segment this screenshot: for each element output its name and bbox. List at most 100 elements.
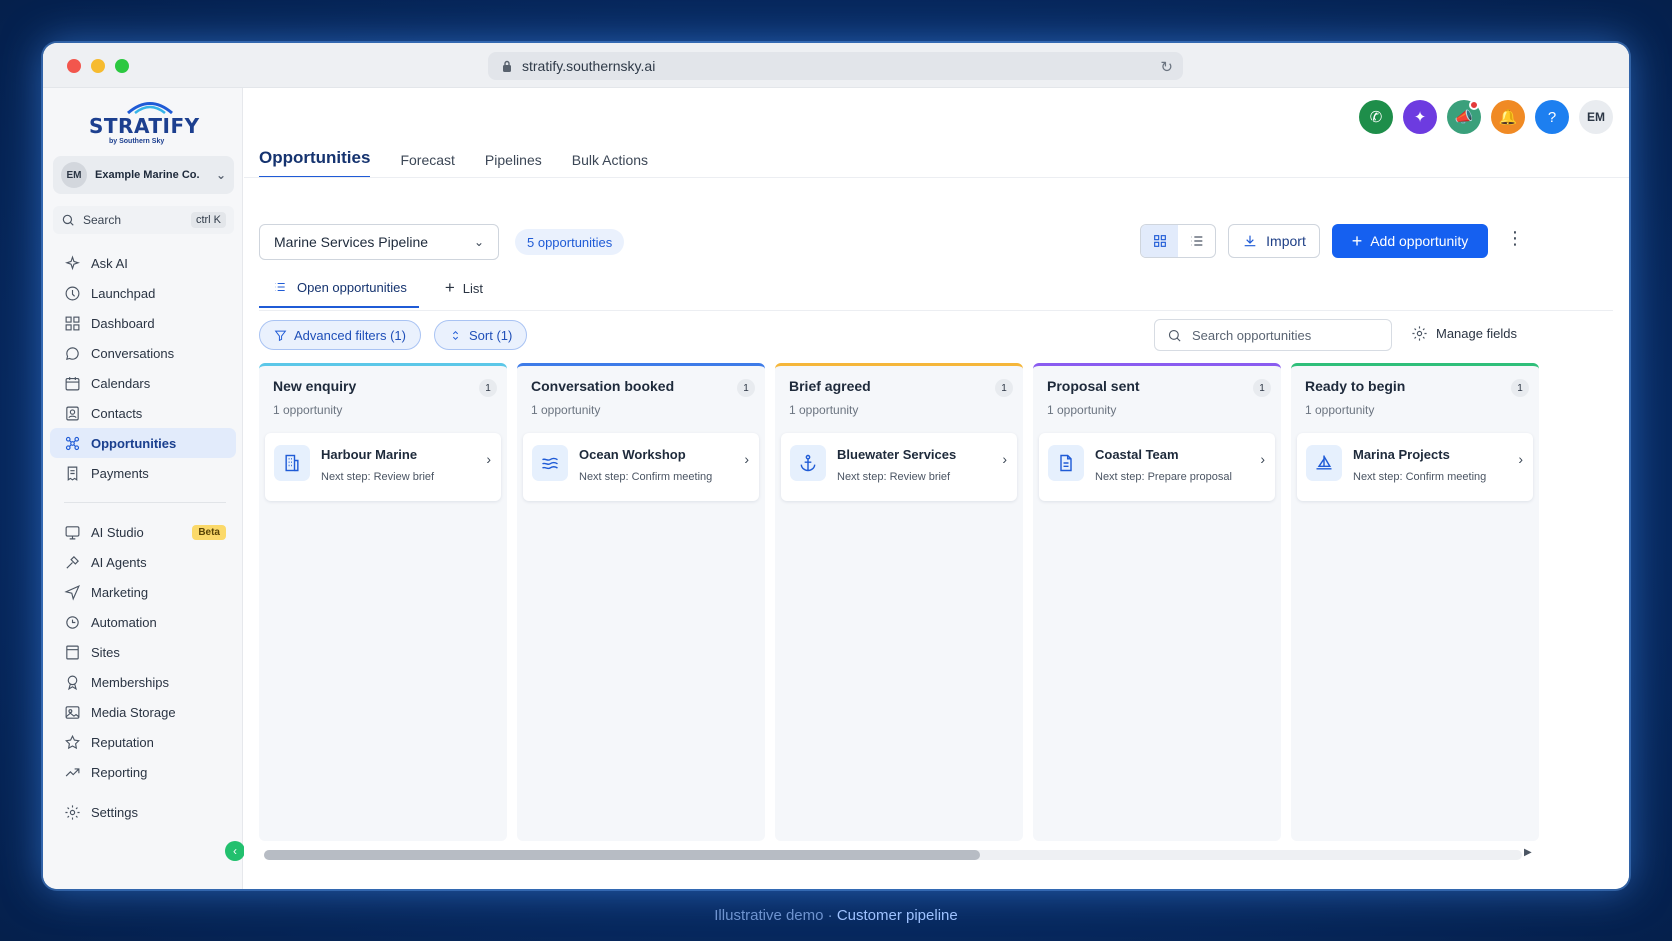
sort-button[interactable]: Sort (1) xyxy=(434,320,528,350)
list-view-button[interactable] xyxy=(1178,225,1215,257)
sidebar-item-label: Settings xyxy=(91,804,138,820)
scrollbar-thumb[interactable] xyxy=(264,850,980,860)
beta-badge: Beta xyxy=(192,524,226,540)
sidebar-item-media-storage[interactable]: Media Storage xyxy=(50,697,236,727)
image-icon xyxy=(65,705,80,719)
account-switcher[interactable]: EM Example Marine Co. ⌄ xyxy=(53,156,234,194)
chevron-right-icon: › xyxy=(1518,451,1523,467)
manage-fields-button[interactable]: Manage fields xyxy=(1411,325,1517,342)
sidebar-item-reputation[interactable]: Reputation xyxy=(50,727,236,757)
sidebar-item-calendars[interactable]: Calendars xyxy=(50,368,236,398)
search-icon xyxy=(1168,329,1181,342)
sidebar-item-opportunities[interactable]: Opportunities xyxy=(50,428,236,458)
sidebar-item-ai-studio[interactable]: AI Studio Beta xyxy=(50,517,236,547)
grid-icon xyxy=(65,316,80,330)
sidebar-item-launchpad[interactable]: Launchpad xyxy=(50,278,236,308)
add-opportunity-button[interactable]: + Add opportunity xyxy=(1332,224,1488,258)
horizontal-scrollbar[interactable] xyxy=(264,850,1522,860)
column-title: New enquiry xyxy=(273,378,357,394)
chevron-down-icon: ⌄ xyxy=(473,235,484,249)
opportunity-card[interactable]: Marina Projects Next step: Confirm meeti… xyxy=(1297,433,1533,501)
tab-opportunities[interactable]: Opportunities xyxy=(259,148,371,178)
import-button[interactable]: Import xyxy=(1228,224,1320,258)
user-avatar[interactable]: EM xyxy=(1579,100,1613,134)
column-title: Proposal sent xyxy=(1047,378,1140,394)
pipeline-select[interactable]: Marine Services Pipeline ⌄ xyxy=(259,224,499,260)
reload-icon[interactable]: ↻ xyxy=(1160,58,1173,76)
bell-icon[interactable]: 🔔 xyxy=(1491,100,1525,134)
search-opportunities-input[interactable]: Search opportunities xyxy=(1154,319,1392,351)
opportunity-card[interactable]: Bluewater Services Next step: Review bri… xyxy=(781,433,1017,501)
card-name: Ocean Workshop xyxy=(579,447,686,462)
main-content: ✆ ✦ 📣 🔔 ? EM Opportunities Forecast Pipe… xyxy=(244,88,1629,889)
sidebar-item-memberships[interactable]: Memberships xyxy=(50,667,236,697)
advanced-filters-button[interactable]: Advanced filters (1) xyxy=(259,320,421,350)
scroll-right-icon[interactable]: ▶ xyxy=(1524,847,1532,858)
chevron-down-icon: ⌄ xyxy=(215,168,226,182)
sidebar-item-label: Calendars xyxy=(91,375,151,391)
opportunity-card[interactable]: Coastal Team Next step: Prepare proposal… xyxy=(1039,433,1275,501)
maximize-window-button[interactable] xyxy=(115,59,129,73)
receipt-icon xyxy=(67,466,78,481)
agents-icon xyxy=(66,555,79,569)
sidebar-item-label: Payments xyxy=(91,465,149,481)
pipeline-select-value: Marine Services Pipeline xyxy=(274,234,429,250)
board-view-button[interactable] xyxy=(1141,225,1178,257)
ai-sparkle-icon[interactable]: ✦ xyxy=(1403,100,1437,134)
sidebar-item-automation[interactable]: Automation xyxy=(50,607,236,637)
chevron-right-icon: › xyxy=(1002,451,1007,467)
close-window-button[interactable] xyxy=(67,59,81,73)
sidebar-item-payments[interactable]: Payments xyxy=(50,458,236,488)
sidebar-item-reporting[interactable]: Reporting xyxy=(50,757,236,787)
tabs-divider xyxy=(244,177,1629,178)
caption-highlight: Customer pipeline xyxy=(836,907,958,924)
sidebar-item-conversations[interactable]: Conversations xyxy=(50,338,236,368)
column-count: 1 xyxy=(1253,379,1271,397)
subtab-label: Open opportunities xyxy=(297,279,407,295)
tab-forecast[interactable]: Forecast xyxy=(400,152,454,178)
column-subtitle: 1 opportunity xyxy=(273,403,343,417)
more-options-icon[interactable]: ⋮ xyxy=(1506,228,1524,249)
top-tabs: Opportunities Forecast Pipelines Bulk Ac… xyxy=(259,136,678,178)
sidebar-item-marketing[interactable]: Marketing xyxy=(50,577,236,607)
column-subtitle: 1 opportunity xyxy=(789,403,859,417)
sidebar-item-label: Dashboard xyxy=(91,315,155,331)
megaphone-icon[interactable]: 📣 xyxy=(1447,100,1481,134)
subtab-add-list[interactable]: + List xyxy=(445,276,495,308)
phone-icon[interactable]: ✆ xyxy=(1359,100,1393,134)
card-next-step: Next step: Prepare proposal xyxy=(1095,471,1232,483)
sites-icon xyxy=(66,645,79,659)
column-title: Brief agreed xyxy=(789,378,871,394)
column-title: Conversation booked xyxy=(531,378,675,394)
sidebar-item-contacts[interactable]: Contacts xyxy=(50,398,236,428)
contacts-icon xyxy=(66,406,79,420)
collapse-sidebar-button[interactable]: ‹ xyxy=(225,841,245,861)
sidebar-search-label: Search xyxy=(83,213,122,227)
list-view-icon xyxy=(1191,236,1202,246)
help-icon[interactable]: ? xyxy=(1535,100,1569,134)
tab-pipelines[interactable]: Pipelines xyxy=(485,152,542,178)
sidebar-item-ai-agents[interactable]: AI Agents xyxy=(50,547,236,577)
opportunity-card[interactable]: Harbour Marine Next step: Review brief › xyxy=(265,433,501,501)
tab-bulk-actions[interactable]: Bulk Actions xyxy=(572,152,648,178)
sidebar-item-sites[interactable]: Sites xyxy=(50,637,236,667)
opportunity-card[interactable]: Ocean Workshop Next step: Confirm meetin… xyxy=(523,433,759,501)
anchor-icon xyxy=(790,445,826,481)
chevron-right-icon: › xyxy=(744,451,749,467)
sidebar-item-ask-ai[interactable]: Ask AI xyxy=(50,248,236,278)
search-placeholder: Search opportunities xyxy=(1192,327,1312,343)
advanced-filters-label: Advanced filters (1) xyxy=(294,327,406,343)
star-icon xyxy=(65,734,80,749)
sidebar-item-settings[interactable]: Settings xyxy=(50,797,236,827)
notification-dot xyxy=(1469,100,1479,110)
pipeline-column: Conversation booked 1 1 opportunity Ocea… xyxy=(517,363,765,841)
url-bar[interactable]: stratify.southernsky.ai ↻ xyxy=(488,52,1183,80)
subtab-open-opportunities[interactable]: Open opportunities xyxy=(259,276,419,308)
sidebar-search[interactable]: Search ctrl K xyxy=(53,206,234,234)
minimize-window-button[interactable] xyxy=(91,59,105,73)
download-icon xyxy=(1244,235,1256,247)
url-text: stratify.southernsky.ai xyxy=(522,58,656,74)
column-subtitle: 1 opportunity xyxy=(1305,403,1375,417)
sidebar-item-dashboard[interactable]: Dashboard xyxy=(50,308,236,338)
opportunities-icon xyxy=(65,436,80,450)
